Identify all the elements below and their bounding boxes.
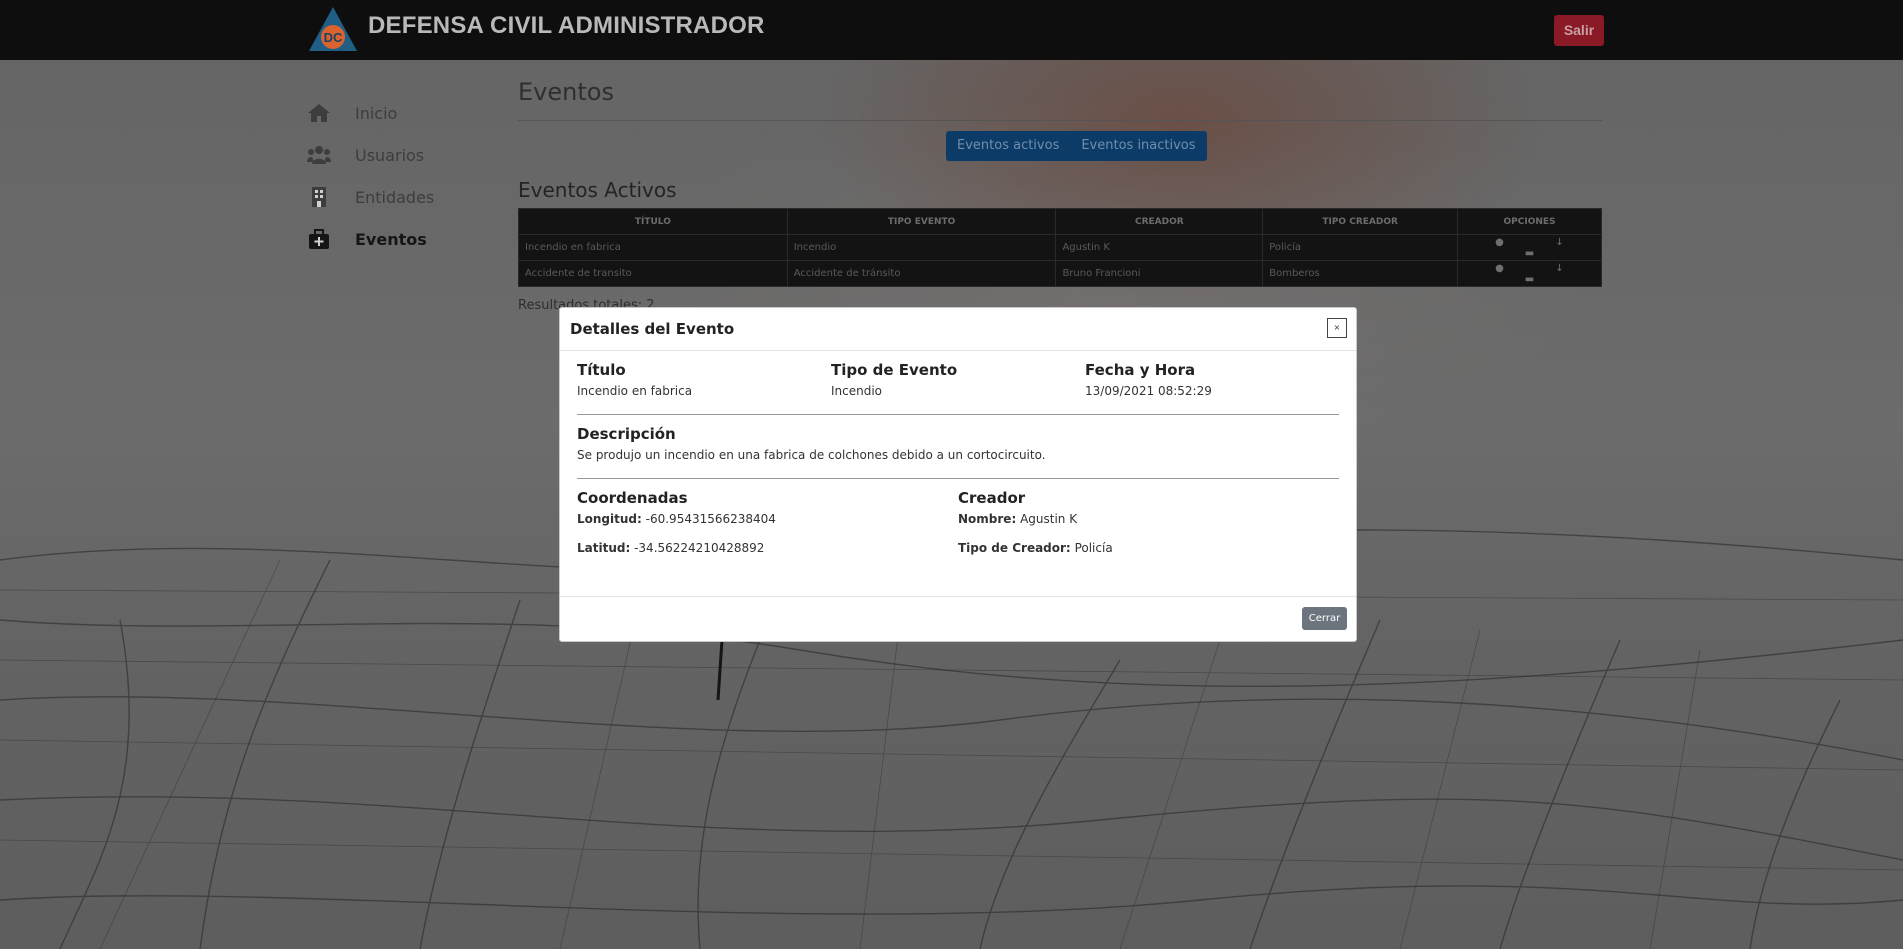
sidebar-item-usuarios[interactable]: Usuarios [307, 134, 434, 176]
tipo-creador-value: Policía [1074, 541, 1113, 555]
table-header-row: TÍTULO TIPO EVENTO CREADOR TIPO CREADOR … [518, 208, 1602, 235]
column-header-titulo: TÍTULO [518, 208, 788, 235]
cell-tipo-evento: Accidente de tránsito [786, 260, 1057, 287]
sidebar-item-label: Inicio [355, 103, 398, 123]
creador-label: Creador [958, 489, 1026, 507]
tab-eventos-inactivos[interactable]: Eventos inactivos [1070, 131, 1207, 161]
close-icon[interactable]: × [1327, 318, 1347, 338]
info-icon[interactable]: ● [1470, 237, 1530, 248]
column-header-tipo-creador: TIPO CREADOR [1262, 208, 1459, 235]
event-details-modal: Detalles del Evento × Título Incendio en… [559, 307, 1357, 642]
coordenadas-section: Coordenadas Longitud: -60.95431566238404… [577, 489, 958, 570]
tipo-creador-field: Tipo de Creador: Policía [958, 541, 1339, 570]
latitud-label: Latitud: [577, 541, 631, 555]
cell-tipo-creador: Bomberos [1262, 260, 1459, 287]
tipo-evento-value: Incendio [831, 384, 883, 398]
table-row: Incendio en fabrica Incendio Agustin K P… [518, 234, 1602, 261]
creador-section: Creador Nombre: Agustin K Tipo de Creado… [958, 489, 1339, 570]
logout-button[interactable]: Salir [1554, 15, 1604, 46]
titulo-value: Incendio en fabrica [577, 384, 693, 398]
nombre-value: Agustin K [1020, 512, 1078, 526]
event-summary-row: Título Incendio en fabrica Tipo de Event… [577, 361, 1339, 404]
close-button[interactable]: Cerrar [1302, 607, 1347, 630]
logo-text: DC [324, 30, 343, 45]
fecha-hora-field: Fecha y Hora 13/09/2021 08:52:29 [1085, 361, 1339, 404]
events-table: TÍTULO TIPO EVENTO CREADOR TIPO CREADOR … [518, 208, 1602, 287]
event-tabs: Eventos activos Eventos inactivos [946, 131, 1602, 161]
tipo-evento-label: Tipo de Evento [831, 361, 958, 379]
sidebar-item-eventos[interactable]: Eventos [307, 218, 434, 260]
nombre-field: Nombre: Agustin K [958, 512, 1339, 541]
sidebar-item-label: Entidades [355, 187, 435, 207]
info-icon[interactable]: ● [1470, 263, 1530, 274]
column-header-opciones: OPCIONES [1457, 208, 1602, 235]
cell-opciones: ● ↓▬ [1457, 260, 1602, 287]
sidebar-item-entidades[interactable]: Entidades [307, 176, 434, 218]
arrow-down-icon[interactable]: ↓ [1530, 237, 1590, 248]
sidebar-item-label: Usuarios [355, 145, 425, 165]
fecha-hora-value: 13/09/2021 08:52:29 [1085, 384, 1212, 398]
descripcion-field: Descripción Se produjo un incendio en un… [577, 425, 1339, 468]
cell-opciones: ● ↓▬ [1457, 234, 1602, 261]
minus-icon[interactable]: ▬ [1500, 248, 1560, 259]
divider [577, 414, 1339, 415]
medical-case-icon [309, 229, 329, 249]
latitud-value: -34.56224210428892 [634, 541, 765, 555]
longitud-field: Longitud: -60.95431566238404 [577, 512, 958, 541]
tab-eventos-activos[interactable]: Eventos activos [946, 131, 1071, 161]
modal-title: Detalles del Evento [570, 320, 735, 338]
defensa-civil-logo: DC [309, 7, 357, 51]
details-row: Coordenadas Longitud: -60.95431566238404… [577, 489, 1339, 570]
modal-body: Título Incendio en fabrica Tipo de Event… [560, 351, 1356, 570]
column-header-tipo-evento: TIPO EVENTO [786, 208, 1057, 235]
latitud-field: Latitud: -34.56224210428892 [577, 541, 958, 570]
column-header-creador: CREADOR [1055, 208, 1264, 235]
modal-header: Detalles del Evento × [560, 308, 1356, 351]
main-content: Eventos Eventos activos Eventos inactivo… [518, 78, 1602, 313]
arrow-down-icon[interactable]: ↓ [1530, 263, 1590, 274]
sidebar-item-label: Eventos [355, 229, 427, 249]
users-icon [307, 146, 331, 164]
tipo-evento-field: Tipo de Evento Incendio [831, 361, 1085, 404]
titulo-label: Título [577, 361, 626, 379]
fecha-hora-label: Fecha y Hora [1085, 361, 1196, 379]
titulo-field: Título Incendio en fabrica [577, 361, 831, 404]
sidebar-item-inicio[interactable]: Inicio [307, 92, 434, 134]
cell-titulo: Accidente de transito [518, 260, 788, 287]
home-icon [308, 104, 330, 122]
descripcion-label: Descripción [577, 425, 676, 443]
cell-creador: Bruno Francioni [1055, 260, 1264, 287]
sidebar: Inicio Usuarios Entidades Eventos [307, 92, 434, 260]
longitud-label: Longitud: [577, 512, 642, 526]
cell-creador: Agustin K [1055, 234, 1264, 261]
cell-titulo: Incendio en fabrica [518, 234, 788, 261]
title-divider [518, 120, 1602, 121]
app-brand-title: DEFENSA CIVIL ADMINISTRADOR [368, 12, 765, 39]
divider [577, 478, 1339, 479]
cell-tipo-evento: Incendio [786, 234, 1057, 261]
tipo-creador-label: Tipo de Creador: [958, 541, 1071, 555]
modal-footer: Cerrar [560, 596, 1356, 641]
minus-icon[interactable]: ▬ [1500, 274, 1560, 285]
descripcion-value: Se produjo un incendio en una fabrica de… [577, 448, 1046, 462]
cell-tipo-creador: Policía [1262, 234, 1459, 261]
top-navbar: DC DEFENSA CIVIL ADMINISTRADOR Salir [0, 0, 1903, 60]
nombre-label: Nombre: [958, 512, 1017, 526]
page-title: Eventos [518, 78, 614, 106]
coordenadas-label: Coordenadas [577, 489, 688, 507]
longitud-value: -60.95431566238404 [645, 512, 776, 526]
section-title: Eventos Activos [518, 178, 677, 202]
table-row: Accidente de transito Accidente de tráns… [518, 260, 1602, 287]
building-icon [312, 187, 326, 207]
